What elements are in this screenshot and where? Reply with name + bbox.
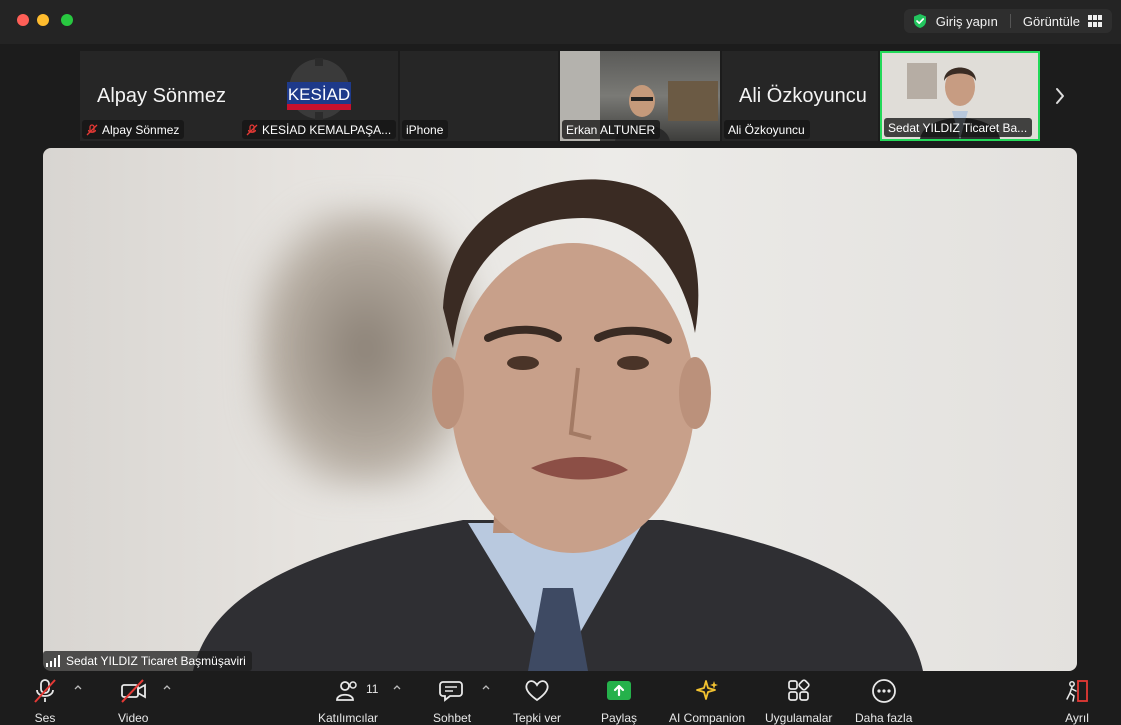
chat-button[interactable]: Sohbet xyxy=(433,678,471,725)
meeting-toolbar: Ses Video Katılımcılar 11 Sohbet Tepki v… xyxy=(0,672,1121,725)
chevron-right-icon[interactable] xyxy=(1050,86,1070,106)
video-button[interactable]: Video xyxy=(118,678,148,725)
chevron-up-icon[interactable] xyxy=(163,684,171,690)
apps-icon xyxy=(787,679,810,701)
participant-tile-erkan[interactable]: Erkan ALTUNER xyxy=(560,51,720,141)
close-window-button[interactable] xyxy=(17,14,29,26)
participant-name: Erkan ALTUNER xyxy=(566,122,656,137)
chevron-up-icon[interactable] xyxy=(74,684,82,690)
divider xyxy=(1009,14,1011,28)
heart-icon xyxy=(525,680,549,702)
participant-label: Ali Özkoyuncu xyxy=(724,120,810,139)
apps-button[interactable]: Uygulamalar xyxy=(765,678,832,725)
participants-count: 11 xyxy=(366,682,379,696)
more-dots-icon xyxy=(871,679,896,703)
share-button[interactable]: Paylaş xyxy=(601,678,637,725)
participant-label: iPhone xyxy=(402,120,449,139)
more-button[interactable]: Daha fazla xyxy=(855,678,912,725)
kesiad-logo: KESİAD xyxy=(287,58,351,120)
sign-in-button[interactable]: Giriş yapın xyxy=(936,14,998,29)
speaker-name: Sedat YILDIZ Ticaret Başmüşaviri xyxy=(66,654,246,668)
window-titlebar: Giriş yapın Görüntüle xyxy=(0,0,1121,44)
zoom-window-button[interactable] xyxy=(61,14,73,26)
signal-strength-icon xyxy=(46,655,60,667)
participant-tile-ali[interactable]: Ali Özkoyuncu Ali Özkoyuncu xyxy=(722,51,878,141)
participant-label: KESİAD KEMALPAŞA... xyxy=(242,120,397,139)
chevron-up-icon[interactable] xyxy=(393,684,401,690)
audio-button[interactable]: Ses xyxy=(31,678,59,725)
participant-tile-sedat-active[interactable]: Sedat YILDIZ Ticaret Ba... xyxy=(880,51,1040,141)
leave-button[interactable]: Ayrıl xyxy=(1063,678,1091,725)
chat-bubble-icon xyxy=(439,681,463,702)
sparkle-icon xyxy=(696,680,719,700)
titlebar-actions: Giriş yapın Görüntüle xyxy=(903,9,1112,33)
participant-label: Erkan ALTUNER xyxy=(562,120,661,139)
participant-tile-iphone[interactable]: iPhone xyxy=(400,51,558,141)
ai-companion-button[interactable]: AI Companion xyxy=(669,678,745,725)
view-button[interactable]: Görüntüle xyxy=(1023,14,1080,29)
svg-text:KESİAD: KESİAD xyxy=(288,85,350,104)
mic-muted-icon xyxy=(246,123,258,135)
share-screen-icon xyxy=(607,681,632,700)
participant-name: KESİAD KEMALPAŞA... xyxy=(262,122,392,137)
participant-name: Sedat YILDIZ Ticaret Ba... xyxy=(888,120,1028,135)
participant-display-name: Alpay Sönmez xyxy=(97,85,226,107)
leave-door-icon xyxy=(1066,680,1088,702)
microphone-muted-icon xyxy=(34,679,56,703)
participants-icon xyxy=(336,681,357,701)
participant-label: Sedat YILDIZ Ticaret Ba... xyxy=(884,118,1033,137)
participant-tile-alpay-kesiad[interactable]: Alpay Sönmez Alpay Sönmez KESİAD KESİAD … xyxy=(80,51,398,141)
participant-label: Alpay Sönmez xyxy=(82,120,185,139)
minimize-window-button[interactable] xyxy=(37,14,49,26)
react-button[interactable]: Tepki ver xyxy=(513,678,561,725)
grid-view-icon[interactable] xyxy=(1088,15,1102,27)
speaker-name-label: Sedat YILDIZ Ticaret Başmüşaviri xyxy=(43,651,252,671)
participant-name: iPhone xyxy=(406,122,444,137)
video-camera-off-icon xyxy=(121,679,147,703)
participant-display-name: Ali Özkoyuncu xyxy=(739,85,867,107)
shield-check-icon xyxy=(913,14,926,28)
participant-name: Alpay Sönmez xyxy=(102,122,180,137)
mic-muted-icon xyxy=(86,123,98,135)
main-speaker-video xyxy=(43,148,1077,671)
chevron-up-icon[interactable] xyxy=(482,684,490,690)
speaker-figure xyxy=(193,179,923,671)
participant-name: Ali Özkoyuncu xyxy=(728,122,805,137)
